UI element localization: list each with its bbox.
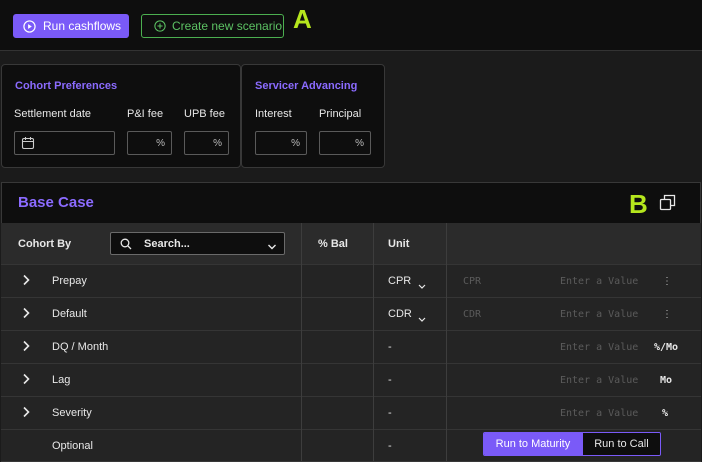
cohort-by-header: Cohort By <box>18 238 72 250</box>
percent-icon: % <box>355 138 364 149</box>
unit-value: - <box>388 440 392 452</box>
upb-fee-input[interactable]: % <box>184 131 229 155</box>
chevron-down-icon[interactable] <box>418 279 426 293</box>
settlement-date-label: Settlement date <box>14 108 92 120</box>
column-divider <box>446 223 447 461</box>
value-input[interactable]: Enter a Value <box>560 408 638 419</box>
unit-value: - <box>388 374 392 386</box>
create-scenario-label: Create new scenario <box>172 19 283 33</box>
row-label-default: Default <box>52 308 87 320</box>
value-input[interactable]: Enter a Value <box>560 276 638 287</box>
calendar-icon[interactable] <box>21 136 35 153</box>
value-input[interactable]: Enter a Value <box>560 375 638 386</box>
search-icon <box>120 238 132 253</box>
pi-fee-label: P&I fee <box>127 108 164 120</box>
chevron-right-icon[interactable] <box>22 406 30 421</box>
copy-icon[interactable] <box>659 194 676 214</box>
column-divider <box>373 223 374 461</box>
chevron-right-icon[interactable] <box>22 373 30 388</box>
table-header <box>1 223 701 264</box>
servicer-advancing-title: Servicer Advancing <box>255 80 358 92</box>
row-label-prepay: Prepay <box>52 275 87 287</box>
plus-circle-icon <box>154 20 166 32</box>
value-input[interactable]: Enter a Value <box>560 309 638 320</box>
pi-fee-input[interactable]: % <box>127 131 172 155</box>
chevron-down-icon[interactable] <box>418 312 426 326</box>
unit-select-default[interactable]: CDR <box>388 308 412 320</box>
chevron-right-icon[interactable] <box>22 274 30 289</box>
row-label-lag: Lag <box>52 374 71 386</box>
cohort-preferences-title: Cohort Preferences <box>15 80 118 92</box>
principal-label: Principal <box>319 108 362 120</box>
unit-placeholder: CPR <box>463 276 482 287</box>
unit-select-prepay[interactable]: CPR <box>388 275 411 287</box>
search-placeholder: Search... <box>144 238 190 250</box>
unit-suffix: Mo <box>660 375 673 386</box>
principal-input[interactable]: % <box>319 131 371 155</box>
unit-placeholder: CDR <box>463 309 482 320</box>
annotation-marker-a: A <box>293 4 312 34</box>
interest-input[interactable]: % <box>255 131 307 155</box>
search-input[interactable]: Search... <box>110 232 285 255</box>
unit-value: - <box>388 341 392 353</box>
run-cashflows-label: Run cashflows <box>43 19 122 33</box>
chevron-right-icon[interactable] <box>22 340 30 355</box>
pct-bal-header: % Bal <box>318 238 348 250</box>
percent-icon: % <box>291 138 300 149</box>
row-label-severity: Severity <box>52 407 92 419</box>
annotation-marker-b: B <box>629 189 648 219</box>
unit-suffix: % <box>662 408 669 419</box>
chevron-down-icon[interactable] <box>267 240 277 254</box>
run-cashflows-button[interactable]: Run cashflows <box>13 14 129 38</box>
unit-value: - <box>388 407 392 419</box>
unit-suffix: %/Mo <box>654 342 679 353</box>
interest-label: Interest <box>255 108 292 120</box>
upb-fee-label: UPB fee <box>184 108 225 120</box>
value-input[interactable]: Enter a Value <box>560 342 638 353</box>
row-label-dq-month: DQ / Month <box>52 341 109 353</box>
unit-header: Unit <box>388 238 410 250</box>
percent-icon: % <box>213 138 222 149</box>
percent-icon: % <box>156 138 165 149</box>
column-divider <box>301 223 302 461</box>
settlement-date-input[interactable] <box>14 131 115 155</box>
run-to-call-button[interactable]: Run to Call <box>581 433 660 455</box>
base-case-title: Base Case <box>18 194 94 211</box>
chevron-right-icon[interactable] <box>22 307 30 322</box>
more-options-icon[interactable]: ⋮ <box>662 276 672 287</box>
row-label-optional: Optional <box>52 440 93 452</box>
more-options-icon[interactable]: ⋮ <box>662 309 672 320</box>
run-mode-toggle[interactable]: Run to Maturity Run to Call <box>483 432 661 456</box>
play-circle-icon <box>23 19 36 33</box>
run-to-maturity-button[interactable]: Run to Maturity <box>484 433 582 455</box>
create-scenario-button[interactable]: Create new scenario <box>141 14 284 38</box>
